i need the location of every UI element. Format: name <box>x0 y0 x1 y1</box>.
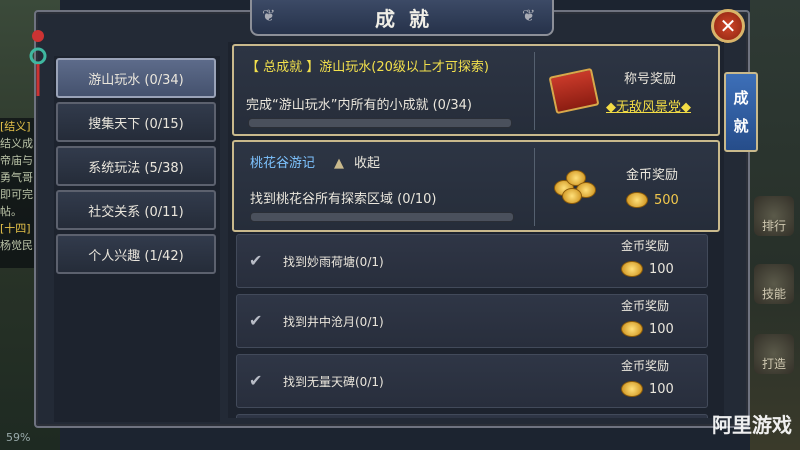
achievement-name: 找到无量天碑(0/1) <box>283 375 384 389</box>
skill-button[interactable]: 技能 <box>754 264 794 304</box>
skill-label: 技能 <box>761 287 786 301</box>
category-tab-collection[interactable]: 搜集天下 (0/15) <box>56 102 216 142</box>
coin-icon <box>621 381 643 397</box>
coin-icon <box>621 321 643 337</box>
checkmark-icon: ✔ <box>249 311 263 330</box>
summary-reward-name[interactable]: ◆无敌风景党◆ <box>606 96 691 115</box>
card-divider <box>534 52 535 130</box>
close-icon: ✕ <box>719 14 737 38</box>
reward-value: 100 <box>649 261 674 277</box>
category-label: 游山玩水 (0/34) <box>88 72 184 88</box>
group-reward-value-wrap: 500 <box>626 192 679 208</box>
side-tab-label-bottom: 就 <box>733 117 749 135</box>
summary-title: 【 总成就 】游山玩水(20级以上才可探索) <box>246 60 489 75</box>
category-tab-social[interactable]: 社交关系 (0/11) <box>56 190 216 230</box>
forge-button[interactable]: 打造 <box>754 334 794 374</box>
collapse-label: 收起 <box>354 156 381 171</box>
group-progress-bar <box>250 212 514 222</box>
reward-value: 100 <box>649 381 674 397</box>
category-tab-systems[interactable]: 系统玩法 (5/38) <box>56 146 216 186</box>
collapse-chevron-icon: ▲ <box>334 156 344 171</box>
reward-value-wrap: 100 <box>621 321 674 337</box>
reward-title: 金币奖励 <box>621 299 670 313</box>
achievement-row[interactable]: ✔ 找到井中沧月(0/1) 金币奖励 100 <box>236 294 708 348</box>
ornament-right-icon: ❦ <box>522 6 536 25</box>
category-label: 系统玩法 (5/38) <box>88 160 184 176</box>
category-sidebar: 游山玩水 (0/34) 搜集天下 (0/15) 系统玩法 (5/38) 社交关系… <box>54 56 220 422</box>
achievement-row[interactable]: ✔ 找到无量天碑(0/1) 金币奖励 100 <box>236 354 708 408</box>
collapse-toggle[interactable]: ▲ 收起 <box>334 152 380 171</box>
category-tab-sightseeing[interactable]: 游山玩水 (0/34) <box>56 58 216 98</box>
group-reward-value: 500 <box>654 192 679 208</box>
rank-label: 排行 <box>761 219 786 233</box>
achievement-list[interactable]: 【 总成就 】游山玩水(20级以上才可探索) 完成“游山玩水”内所有的小成就 (… <box>228 42 724 418</box>
rank-button[interactable]: 排行 <box>754 196 794 236</box>
achievement-name: 找到井中沧月(0/1) <box>283 315 384 329</box>
close-button[interactable]: ✕ <box>711 9 745 43</box>
category-label: 社交关系 (0/11) <box>88 204 184 220</box>
checkmark-icon: ✔ <box>249 251 263 270</box>
title-bar: 成就 <box>250 0 554 36</box>
group-title: 桃花谷游记 <box>250 156 316 171</box>
group-reward-title: 金币奖励 <box>626 168 679 183</box>
reward-value-wrap: 100 <box>621 261 674 277</box>
reward-title: 金币奖励 <box>621 359 670 373</box>
summary-achievement-card: 【 总成就 】游山玩水(20级以上才可探索) 完成“游山玩水”内所有的小成就 (… <box>232 44 720 136</box>
title-scroll-icon <box>548 67 600 115</box>
summary-progress-bar <box>248 118 512 128</box>
category-label: 个人兴趣 (1/42) <box>88 248 184 264</box>
achievement-side-tab[interactable]: 成 就 <box>724 72 758 152</box>
decorative-knot-icon <box>29 30 47 96</box>
category-tab-hobbies[interactable]: 个人兴趣 (1/42) <box>56 234 216 274</box>
coin-icon <box>626 192 648 208</box>
forge-label: 打造 <box>761 357 786 371</box>
watermark: 阿里游戏 <box>712 413 792 437</box>
ornament-left-icon: ❦ <box>262 6 276 25</box>
coin-icon <box>621 261 643 277</box>
summary-desc: 完成“游山玩水”内所有的小成就 (0/34) <box>246 98 472 113</box>
reward-title: 金币奖励 <box>621 239 670 253</box>
reward-value-wrap: 100 <box>621 381 674 397</box>
side-tab-label-top: 成 <box>733 89 749 107</box>
battery-percent: 59% <box>6 431 31 444</box>
achievement-name: 找到妙雨荷塘(0/1) <box>283 255 384 269</box>
group-achievement-card: 桃花谷游记 ▲ 收起 找到桃花谷所有探索区域 (0/10) 金币奖励 500 <box>232 140 720 232</box>
achievement-row-partial[interactable] <box>236 414 708 418</box>
summary-reward-title: 称号奖励 <box>624 72 677 87</box>
category-label: 搜集天下 (0/15) <box>88 116 184 132</box>
card-divider <box>534 148 535 226</box>
checkmark-icon: ✔ <box>249 371 263 390</box>
panel-title: 成就 <box>375 6 443 31</box>
achievement-row[interactable]: ✔ 找到妙雨荷塘(0/1) 金币奖励 100 <box>236 234 708 288</box>
gold-coins-icon <box>552 166 596 204</box>
reward-value: 100 <box>649 321 674 337</box>
group-desc: 找到桃花谷所有探索区域 (0/10) <box>250 192 437 207</box>
